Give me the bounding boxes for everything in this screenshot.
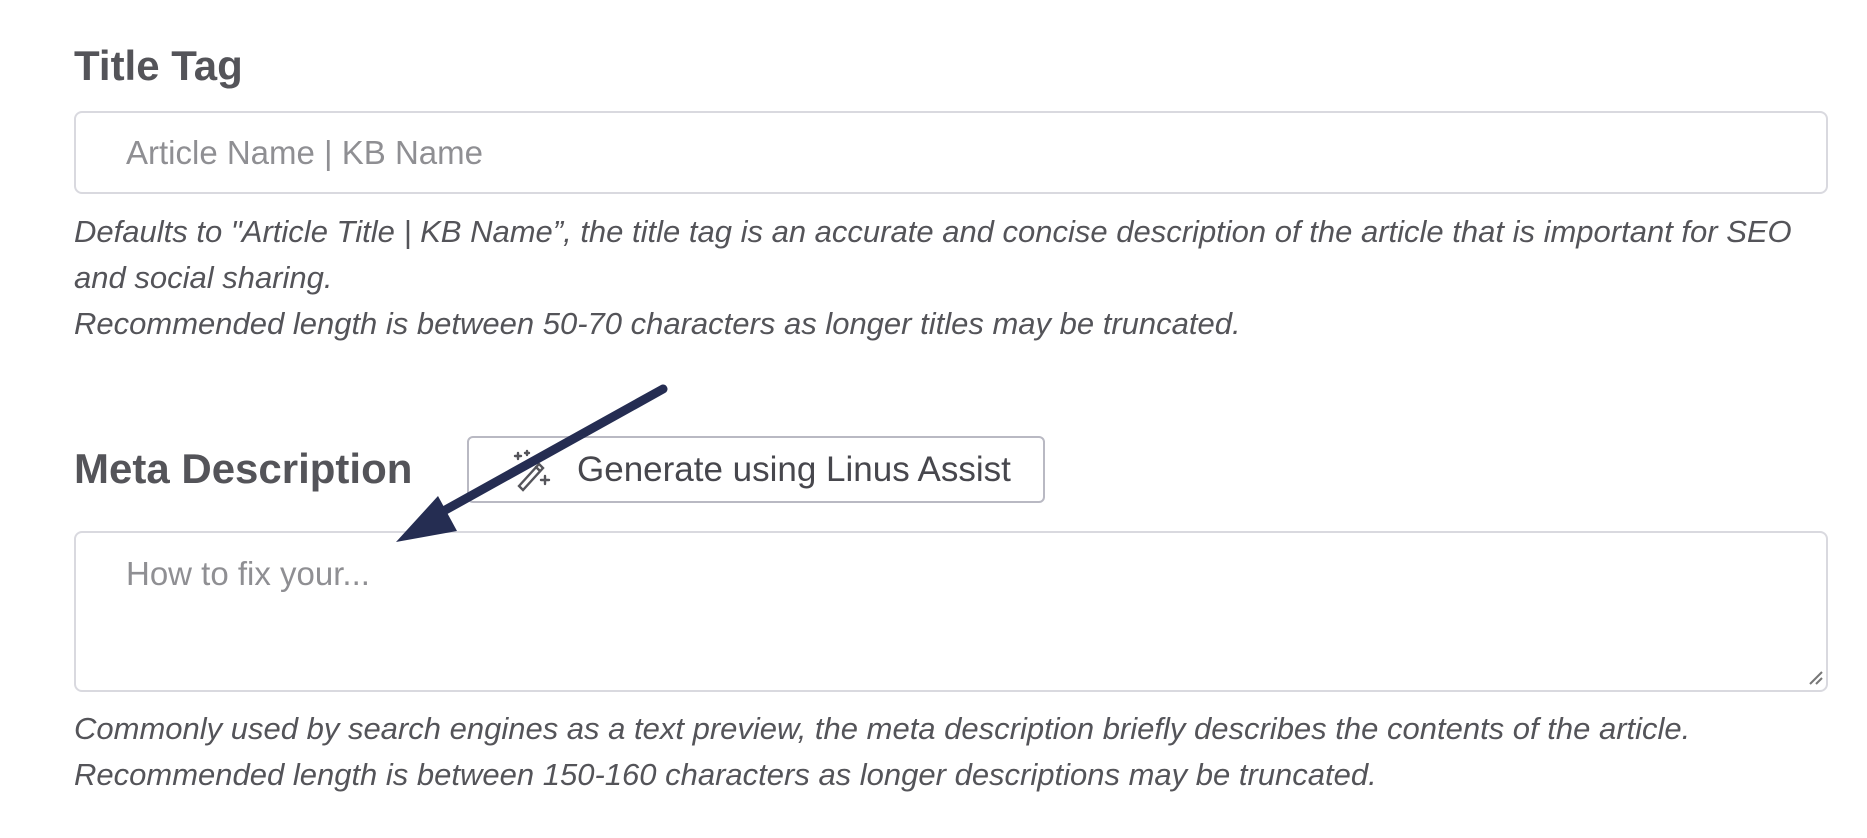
meta-description-length-hint: Recommended length is between 150-160 ch…: [74, 757, 1377, 792]
title-tag-heading: Title Tag: [74, 42, 243, 89]
meta-description-help-text: Commonly used by search engines as a tex…: [74, 711, 1691, 746]
magic-wand-sparkles-icon: [513, 449, 551, 492]
generate-linus-assist-button[interactable]: Generate using Linus Assist: [467, 436, 1045, 503]
textarea-resize-handle-icon[interactable]: [1806, 668, 1824, 686]
title-tag-help-text: Defaults to "Article Title | KB Name”, t…: [74, 214, 1792, 295]
meta-description-textarea[interactable]: [74, 531, 1828, 692]
title-tag-input[interactable]: [74, 111, 1828, 194]
generate-button-label: Generate using Linus Assist: [577, 449, 1011, 489]
title-tag-length-hint: Recommended length is between 50-70 char…: [74, 306, 1241, 341]
meta-description-heading: Meta Description: [74, 445, 413, 492]
